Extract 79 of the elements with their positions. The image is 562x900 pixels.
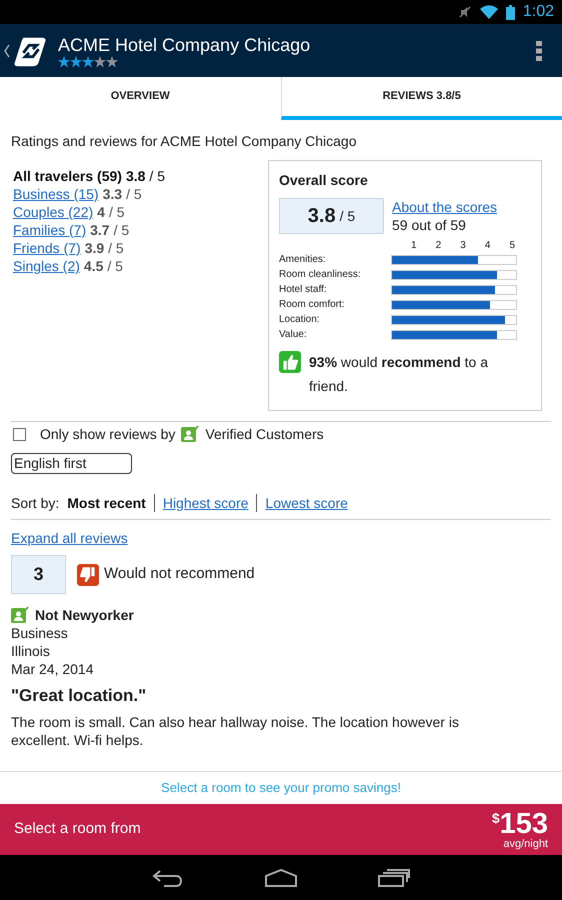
scale-tick: 4 xyxy=(484,240,490,252)
sort-option[interactable]: Most recent xyxy=(67,492,146,514)
group-score: 3.8 xyxy=(126,167,146,185)
back-icon[interactable] xyxy=(152,868,184,886)
star-icon xyxy=(82,56,94,68)
trip-type: Business xyxy=(11,624,69,642)
score-scale: / 5 xyxy=(126,185,142,203)
review-title: "Great location." xyxy=(11,685,148,707)
category-label: Value: xyxy=(279,328,308,342)
battery-icon xyxy=(506,4,515,20)
sort-option[interactable]: Highest score xyxy=(162,492,248,514)
traveler-group-link[interactable]: Business (15) xyxy=(13,185,99,203)
recommend-text: 93% would recommend to a friend. xyxy=(309,353,489,396)
booking-bar[interactable]: Select a room from $153 avg/night xyxy=(0,804,562,855)
recommend-status: Would not recommend xyxy=(104,564,255,584)
sort-label: Sort by: xyxy=(11,494,60,513)
review-score: 3 xyxy=(11,555,66,594)
group-score: 4.5 xyxy=(84,257,104,275)
sort-option[interactable]: Lowest score xyxy=(265,492,348,514)
scale-tick: 5 xyxy=(509,240,515,252)
star-icon xyxy=(106,56,118,68)
score-scale: / 5 xyxy=(114,221,130,239)
home-icon[interactable] xyxy=(264,868,298,886)
card-title: Overall score xyxy=(279,171,369,190)
recent-apps-icon[interactable] xyxy=(378,868,410,886)
score-scale: / 5 xyxy=(107,257,123,275)
traveler-group-link[interactable]: Families (7) xyxy=(13,221,86,239)
traveler-group: All travelers (59) xyxy=(13,167,122,185)
category-label: Location: xyxy=(279,313,321,327)
category-label: Hotel staff: xyxy=(279,283,328,297)
price-unit: avg/night xyxy=(503,838,548,850)
traveler-group-link[interactable]: Friends (7) xyxy=(13,239,81,257)
booking-label: Select a room from xyxy=(14,819,141,840)
overflow-menu-icon[interactable] xyxy=(536,40,542,60)
about-scores-link[interactable]: About the scores xyxy=(392,198,498,216)
reviewer-location: Illinois xyxy=(11,642,51,660)
currency-symbol: $ xyxy=(492,810,500,826)
expand-reviews-link[interactable]: Expand all reviews xyxy=(11,529,128,547)
price: 153 xyxy=(500,810,548,838)
back-caret-icon xyxy=(4,44,10,58)
wifi-icon xyxy=(480,5,498,19)
score-scale: / 5 xyxy=(340,206,356,226)
mute-icon xyxy=(458,5,472,19)
group-score: 4 xyxy=(97,203,105,221)
clock: 1:02 xyxy=(522,2,554,22)
overall-score: 3.8 xyxy=(308,204,336,229)
tab[interactable]: OVERVIEW xyxy=(0,77,280,120)
verified-badge-icon xyxy=(11,606,29,624)
language-dropdown[interactable]: English first xyxy=(11,453,132,474)
category-label: Amenities: xyxy=(279,253,327,267)
hotel-title: ACME Hotel Company Chicago xyxy=(58,34,312,56)
review-body: The room is small. Can also hear hallway noise. The location however is excellent. Wi-fi helps. xyxy=(11,713,460,749)
category-label: Room cleanliness: xyxy=(279,268,362,282)
checkbox[interactable] xyxy=(13,428,26,440)
review-count: 59 out of 59 xyxy=(392,216,467,234)
scale-tick: 3 xyxy=(460,240,466,252)
reviewer-name: Not Newyorker xyxy=(35,606,134,624)
star-icon xyxy=(70,56,82,68)
verified-label: Verified Customers xyxy=(205,424,324,444)
group-score: 3.7 xyxy=(90,221,110,239)
score-scale: / 5 xyxy=(149,167,165,185)
thumbs-up-icon xyxy=(279,351,301,373)
group-score: 3.9 xyxy=(84,239,104,257)
verified-badge-icon xyxy=(181,425,200,443)
review-date: Mar 24, 2014 xyxy=(11,660,94,678)
scale-tick: 1 xyxy=(411,240,417,252)
score-scale: / 5 xyxy=(108,239,124,257)
group-score: 3.3 xyxy=(102,185,122,203)
promo-link[interactable]: Select a room to see your promo savings! xyxy=(161,778,401,798)
star-icon xyxy=(58,56,70,68)
scale-tick: 2 xyxy=(436,240,442,252)
score-scale: / 5 xyxy=(108,203,125,221)
category-label: Room comfort: xyxy=(279,298,346,312)
star-icon xyxy=(94,56,106,68)
traveler-group-link[interactable]: Couples (22) xyxy=(13,203,94,221)
page-heading: Ratings and reviews for ACME Hotel Company Chicago xyxy=(11,132,358,150)
tab[interactable]: REVIEWS 3.8/5 xyxy=(280,77,562,120)
filter-label: Only show reviews by xyxy=(40,424,176,444)
traveler-group-link[interactable]: Singles (2) xyxy=(13,257,80,275)
